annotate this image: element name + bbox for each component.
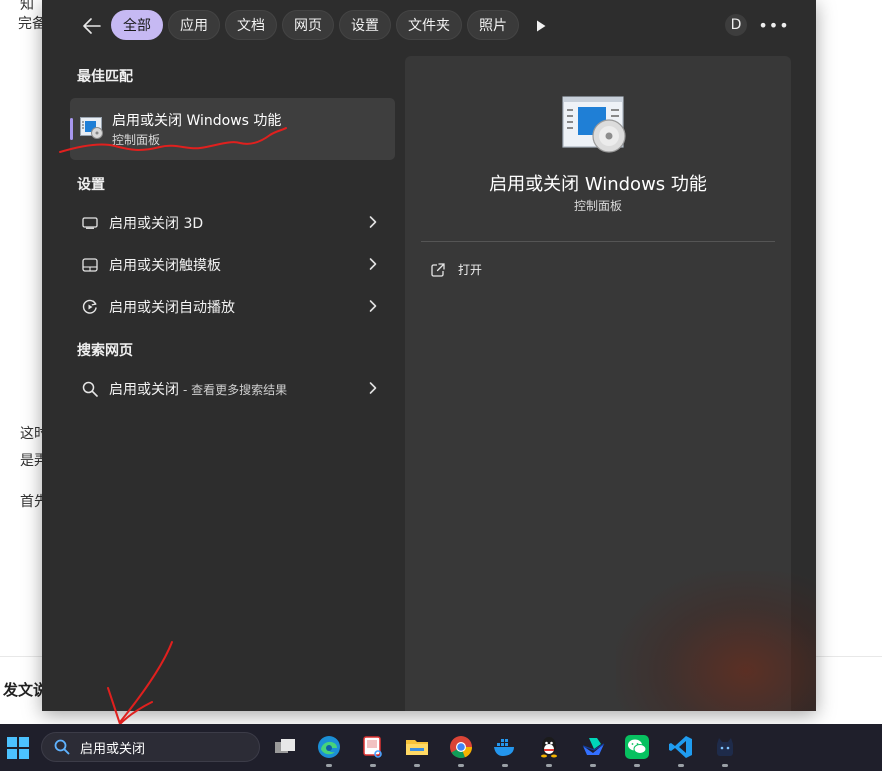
open-action[interactable]: 打开 [431,261,482,278]
running-indicator [502,764,508,767]
autoplay-icon [80,299,100,315]
running-indicator [590,764,596,767]
running-indicator [634,764,640,767]
edge-icon[interactable] [316,734,342,760]
display-icon [80,217,100,229]
best-match-heading: 最佳匹配 [77,69,133,85]
divider [421,241,775,242]
chevron-right-icon [369,300,377,312]
running-indicator [414,764,420,767]
running-indicator [722,764,728,767]
taskbar: 启用或关闭 [0,724,882,771]
web-search-hint: - 查看更多搜索结果 [183,382,288,397]
file-explorer-icon[interactable] [404,734,430,760]
tab-folders[interactable]: 文件夹 [396,10,462,40]
settings-item-3d[interactable]: 启用或关闭 3D [70,203,395,243]
start-button[interactable] [7,737,29,759]
qq-icon[interactable] [536,734,562,760]
search-query-text: 启用或关闭 [80,741,146,757]
docker-icon[interactable] [492,734,518,760]
search-icon [54,739,70,755]
settings-item-label: 启用或关闭自动播放 [109,300,235,316]
best-match-item[interactable]: 启用或关闭 Windows 功能 控制面板 [70,98,395,160]
chevron-right-icon [369,258,377,270]
snipping-tool-icon[interactable] [360,734,386,760]
taskbar-search-box[interactable]: 启用或关闭 [41,732,260,762]
settings-item-touchpad[interactable]: 启用或关闭触摸板 [70,245,395,285]
running-indicator [458,764,464,767]
windows-logo-pane [19,749,29,759]
avatar[interactable]: D [725,14,747,36]
tab-photos[interactable]: 照片 [467,10,519,40]
chrome-icon[interactable] [448,734,474,760]
detail-pane: 启用或关闭 Windows 功能 控制面板 打开 [405,56,791,711]
running-indicator [370,764,376,767]
touchpad-icon [80,258,100,272]
search-icon [80,381,100,397]
tab-documents[interactable]: 文档 [225,10,277,40]
web-search-item[interactable]: 启用或关闭 - 查看更多搜索结果 [70,369,395,409]
running-indicator [678,764,684,767]
web-search-query: 启用或关闭 [109,382,179,398]
search-web-heading: 搜索网页 [77,343,133,359]
settings-item-autoplay[interactable]: 启用或关闭自动播放 [70,287,395,327]
tab-apps[interactable]: 应用 [168,10,220,40]
windows-logo-pane [7,749,17,759]
settings-item-label: 启用或关闭触摸板 [109,258,221,274]
open-external-icon [431,262,445,277]
vscode-icon[interactable] [668,734,694,760]
chevron-right-icon [369,382,377,394]
windows-features-icon [80,117,104,143]
settings-item-label: 启用或关闭 3D [109,216,204,232]
filter-bar: 全部 应用 文档 网页 设置 文件夹 照片 D ••• [42,0,816,52]
play-icon [537,20,546,32]
chevron-right-icon [369,216,377,228]
more-options-button[interactable]: ••• [758,12,788,38]
wechat-icon[interactable] [624,734,650,760]
detail-subtitle: 控制面板 [573,199,622,213]
best-match-title: 启用或关闭 Windows 功能 [112,113,282,129]
filter-tabs: 全部 应用 文档 网页 设置 文件夹 照片 [111,10,519,40]
selection-indicator [70,118,73,140]
feishu-icon[interactable] [580,734,606,760]
arrow-left-icon [83,18,101,34]
task-view-icon[interactable] [272,734,298,760]
settings-heading: 设置 [77,177,105,193]
detail-title: 启用或关闭 Windows 功能 [489,174,707,195]
best-match-subtitle: 控制面板 [112,133,161,147]
back-button[interactable] [78,12,106,40]
running-indicator [546,764,552,767]
open-label: 打开 [458,263,483,277]
start-search-panel: 全部 应用 文档 网页 设置 文件夹 照片 D ••• 最佳匹配 启用或关闭 W… [42,0,816,711]
tab-settings[interactable]: 设置 [339,10,391,40]
cat-app-icon[interactable] [712,734,738,760]
article-text-fragment: 知 [20,0,34,13]
windows-logo-pane [19,737,29,747]
running-indicator [326,764,332,767]
windows-logo-pane [7,737,17,747]
tab-web[interactable]: 网页 [282,10,334,40]
windows-features-icon [562,96,628,158]
more-tabs-button[interactable] [532,16,550,36]
tab-all[interactable]: 全部 [111,10,163,40]
